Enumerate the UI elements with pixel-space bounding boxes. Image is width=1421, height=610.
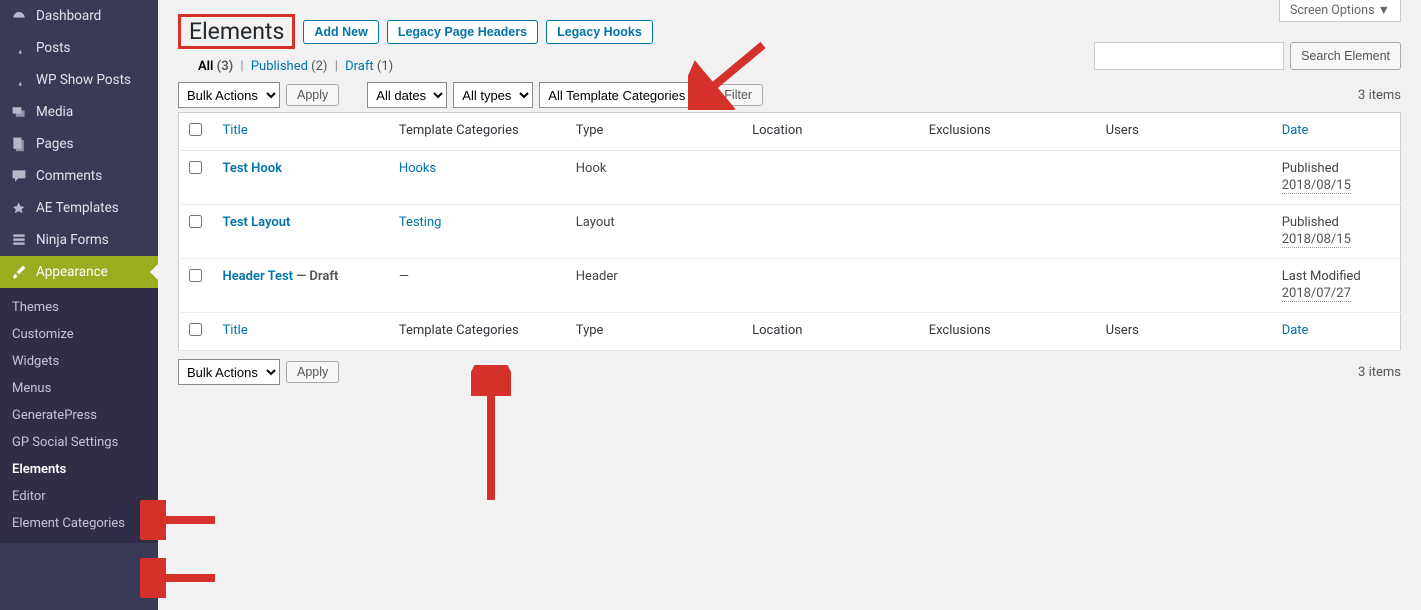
col-template-categories: Template Categories: [389, 113, 566, 151]
submenu-item-widgets[interactable]: Widgets: [0, 348, 158, 375]
select-all-checkbox[interactable]: [189, 123, 202, 136]
sidebar-item-label: Pages: [36, 136, 74, 152]
sidebar-item-appearance[interactable]: Appearance: [0, 256, 158, 288]
row-checkbox[interactable]: [189, 161, 202, 174]
sidebar-item-label: Media: [36, 104, 73, 120]
row-category-link[interactable]: Hooks: [399, 161, 436, 176]
sidebar-item-wp-show-posts[interactable]: WP Show Posts: [0, 64, 158, 96]
col-date[interactable]: Date: [1272, 313, 1401, 351]
template-icon: [10, 200, 28, 216]
select-all-checkbox-bottom[interactable]: [189, 323, 202, 336]
add-new-button[interactable]: Add New: [303, 20, 378, 44]
submenu-item-generatepress[interactable]: GeneratePress: [0, 402, 158, 429]
sidebar-item-label: Comments: [36, 168, 102, 184]
form-icon: [10, 232, 28, 248]
pin-icon: [10, 72, 28, 88]
row-title-link[interactable]: Test Hook: [222, 161, 281, 176]
media-icon: [10, 104, 28, 120]
sidebar-item-label: AE Templates: [36, 200, 119, 216]
submenu-item-editor[interactable]: Editor: [0, 483, 158, 510]
col-date[interactable]: Date: [1272, 113, 1401, 151]
sidebar-submenu-appearance: Themes Customize Widgets Menus GenerateP…: [0, 288, 158, 543]
row-checkbox[interactable]: [189, 269, 202, 282]
elements-table: Title Template Categories Type Location …: [178, 112, 1401, 351]
col-template-categories: Template Categories: [389, 313, 566, 351]
bulk-actions-select-bottom[interactable]: Bulk Actions: [178, 359, 280, 385]
col-exclusions: Exclusions: [919, 113, 1096, 151]
types-select[interactable]: All types: [453, 82, 533, 108]
sidebar-item-posts[interactable]: Posts: [0, 32, 158, 64]
submenu-item-elements[interactable]: Elements: [0, 456, 158, 483]
legacy-hooks-button[interactable]: Legacy Hooks: [546, 20, 653, 44]
filter-button[interactable]: Filter: [713, 84, 763, 106]
view-all[interactable]: All (3): [198, 59, 236, 74]
col-type: Type: [566, 313, 742, 351]
submenu-item-menus[interactable]: Menus: [0, 375, 158, 402]
view-published[interactable]: Published (2): [251, 59, 331, 74]
sidebar-item-dashboard[interactable]: Dashboard: [0, 0, 158, 32]
template-categories-select[interactable]: All Template Categories: [539, 82, 707, 108]
sidebar-item-label: Dashboard: [36, 8, 101, 24]
page-title: Elements: [183, 17, 290, 46]
col-title[interactable]: Title: [212, 313, 388, 351]
row-category-link[interactable]: Testing: [399, 215, 442, 230]
items-count-bottom: 3 items: [1358, 365, 1401, 380]
sidebar-item-comments[interactable]: Comments: [0, 160, 158, 192]
sidebar-item-label: Posts: [36, 40, 70, 56]
col-exclusions: Exclusions: [919, 313, 1096, 351]
tablenav-top: Bulk Actions Apply All dates All types A…: [178, 82, 1401, 108]
annotation-arrow: [471, 365, 511, 505]
view-draft[interactable]: Draft (1): [345, 59, 393, 74]
col-users: Users: [1096, 113, 1272, 151]
dates-select[interactable]: All dates: [367, 82, 447, 108]
admin-sidebar: Dashboard Posts WP Show Posts Media Page…: [0, 0, 158, 610]
submenu-item-element-categories[interactable]: Element Categories: [0, 510, 158, 537]
sidebar-item-ae-templates[interactable]: AE Templates: [0, 192, 158, 224]
submenu-item-customize[interactable]: Customize: [0, 321, 158, 348]
bulk-actions-select[interactable]: Bulk Actions: [178, 82, 280, 108]
col-title[interactable]: Title: [212, 113, 388, 151]
tablenav-bottom: Bulk Actions Apply 3 items: [178, 359, 1401, 385]
row-checkbox[interactable]: [189, 215, 202, 228]
main-content: Screen Options ▼ Elements Add New Legacy…: [158, 0, 1421, 610]
sidebar-item-media[interactable]: Media: [0, 96, 158, 128]
row-type: Layout: [566, 205, 742, 259]
brush-icon: [10, 264, 28, 280]
apply-button[interactable]: Apply: [286, 84, 339, 106]
page-title-box: Elements: [178, 14, 295, 49]
legacy-page-headers-button[interactable]: Legacy Page Headers: [387, 20, 538, 44]
row-type: Header: [566, 259, 742, 313]
row-title-link[interactable]: Test Layout: [222, 215, 290, 230]
comment-icon: [10, 168, 28, 184]
col-type: Type: [566, 113, 742, 151]
col-users: Users: [1096, 313, 1272, 351]
page-icon: [10, 136, 28, 152]
dashboard-icon: [10, 8, 28, 24]
search-bar: Search Element: [1094, 42, 1401, 70]
col-location: Location: [742, 313, 919, 351]
row-type: Hook: [566, 151, 742, 205]
row-date: Published 2018/08/15: [1272, 205, 1401, 259]
row-date: Last Modified 2018/07/27: [1272, 259, 1401, 313]
submenu-item-themes[interactable]: Themes: [0, 294, 158, 321]
col-location: Location: [742, 113, 919, 151]
table-row: Header Test — Draft — Header Last Modifi…: [179, 259, 1401, 313]
search-button[interactable]: Search Element: [1290, 42, 1401, 70]
pin-icon: [10, 40, 28, 56]
items-count-top: 3 items: [1358, 88, 1401, 103]
table-row: Test Layout Testing Layout Published 201…: [179, 205, 1401, 259]
sidebar-item-label: Ninja Forms: [36, 232, 109, 248]
sidebar-item-ninja-forms[interactable]: Ninja Forms: [0, 224, 158, 256]
row-title-link[interactable]: Header Test: [222, 269, 293, 284]
sidebar-item-pages[interactable]: Pages: [0, 128, 158, 160]
sidebar-item-label: Appearance: [36, 264, 108, 280]
search-input[interactable]: [1094, 42, 1284, 70]
submenu-item-gp-social[interactable]: GP Social Settings: [0, 429, 158, 456]
row-date: Published 2018/08/15: [1272, 151, 1401, 205]
screen-options-tab[interactable]: Screen Options ▼: [1279, 0, 1401, 22]
sidebar-item-label: WP Show Posts: [36, 72, 131, 88]
apply-button-bottom[interactable]: Apply: [286, 361, 339, 383]
row-category: —: [389, 259, 566, 313]
table-row: Test Hook Hooks Hook Published 2018/08/1…: [179, 151, 1401, 205]
